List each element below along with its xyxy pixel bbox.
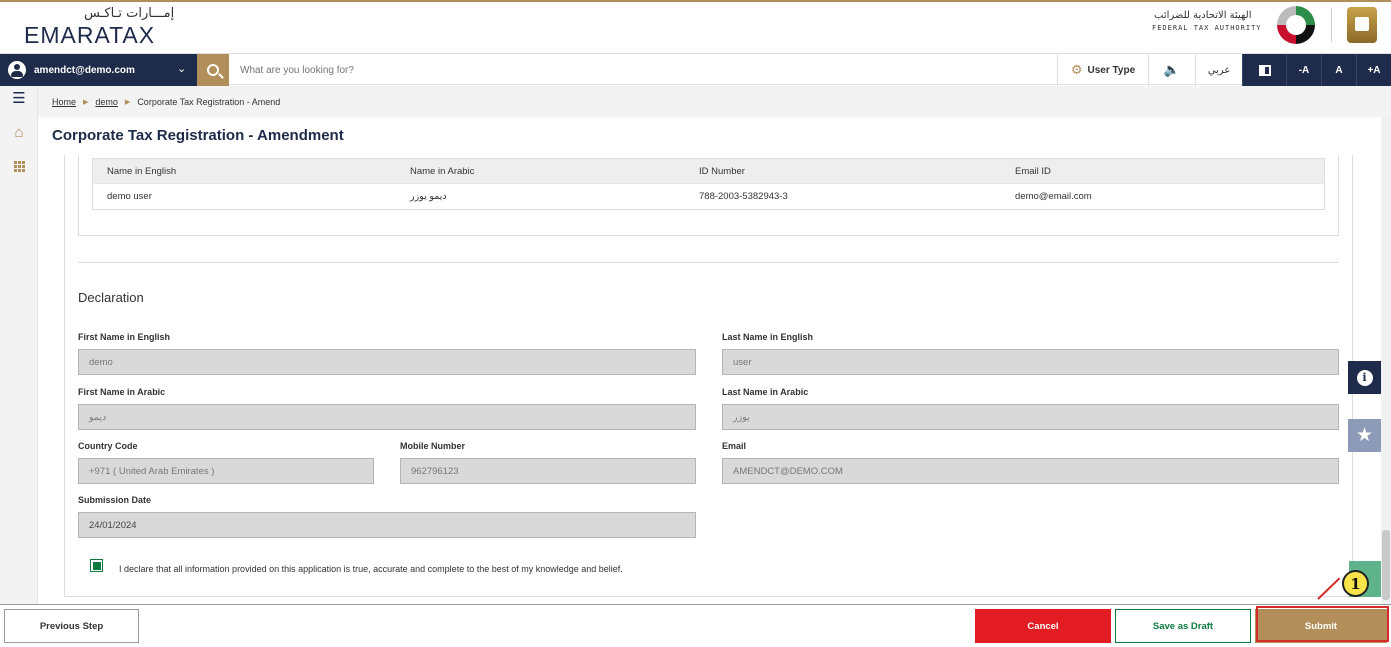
cell-name-en: demo user [107,191,152,202]
top-navbar: amendct@demo.com ⌄ ⚙ User Type 🔈 عربي -A… [0,53,1391,86]
uae-emblem-icon [1347,7,1377,43]
home-icon[interactable]: ⌂ [9,122,29,142]
country-code-field[interactable]: +971 ( United Arab Emirates ) [78,458,374,484]
search-icon [207,64,219,76]
user-type-button[interactable]: ⚙ User Type [1057,54,1148,86]
mobile-number-label: Mobile Number [400,441,466,451]
country-code-label: Country Code [78,441,138,451]
favorite-button[interactable]: ★ [1348,419,1381,452]
previous-step-button[interactable]: Previous Step [4,609,139,643]
table-row: demo user ديمو يوزر 788-2003-5382943-3 d… [93,183,1324,209]
last-name-en-label: Last Name in English [722,332,814,342]
font-normal-button[interactable]: A [1321,54,1356,86]
cell-name-ar: ديمو يوزر [410,191,447,202]
declaration-text: I declare that all information provided … [119,564,623,574]
breadcrumb-separator-icon: ▶ [83,98,89,106]
first-name-en-label: First Name in English [78,332,171,342]
language-label: عربي [1207,64,1231,76]
user-menu[interactable]: amendct@demo.com ⌄ [0,54,197,86]
brand-bar: إمـــارات تـاكـس EMARATAX الهيئة الاتحاد… [0,0,1391,49]
breadcrumb-separator-icon: ▶ [124,98,131,106]
last-name-en-field[interactable]: user [722,349,1339,375]
last-name-ar-label: Last Name in Arabic [722,387,809,397]
info-icon: i [1356,369,1373,386]
fta-name-arabic: الهيئة الاتحادية للضرائب [1154,10,1252,21]
language-button[interactable]: عربي [1195,54,1242,86]
scrollbar-thumb[interactable] [1382,530,1390,600]
section-divider [78,262,1339,263]
save-draft-button[interactable]: Save as Draft [1115,609,1251,643]
speaker-button[interactable]: 🔈 [1148,54,1195,86]
table-header: Name in English Name in Arabic ID Number… [93,159,1324,183]
col-header-id-number: ID Number [699,165,745,177]
cancel-button[interactable]: Cancel [975,609,1111,643]
first-name-ar-label: First Name in Arabic [78,387,166,397]
star-icon: ★ [1355,425,1374,446]
chevron-down-icon[interactable]: ⌄ [177,62,186,75]
breadcrumb-current: Corporate Tax Registration - Amend [137,96,281,107]
contrast-button[interactable] [1242,54,1286,86]
last-name-ar-field[interactable]: يوزر [722,404,1339,430]
header-divider [1331,8,1332,42]
submit-highlight-frame [1256,606,1389,642]
font-decrease-button[interactable]: -A [1286,54,1321,86]
menu-icon[interactable]: ☰ [9,88,29,108]
search-button[interactable] [197,54,229,86]
sidebar: ☰ ⌂ [0,86,38,647]
breadcrumb-demo[interactable]: demo [95,97,118,107]
user-type-label: User Type [1087,64,1136,76]
callout-badge: 1 [1342,570,1369,597]
breadcrumb: Home ▶ demo ▶ Corporate Tax Registration… [38,86,1391,117]
font-increase-button[interactable]: +A [1356,54,1391,86]
emaratax-logo[interactable]: EMARATAX [24,22,155,49]
breadcrumb-home[interactable]: Home [52,97,76,107]
submission-date-field[interactable]: 24/01/2024 [78,512,696,538]
signatory-table: Name in English Name in Arabic ID Number… [92,158,1325,210]
user-email: amendct@demo.com [34,64,135,76]
checkbox-checked-icon [92,561,101,570]
col-header-name-ar: Name in Arabic [410,165,475,177]
footer-action-bar: Previous Step Cancel Save as Draft Submi… [0,604,1391,647]
declaration-checkbox[interactable] [90,559,103,572]
email-field[interactable]: AMENDCT@DEMO.COM [722,458,1339,484]
first-name-en-field[interactable]: demo [78,349,696,375]
fta-name-english: FEDERAL TAX AUTHORITY [1152,24,1262,32]
apps-grid-icon[interactable] [9,156,29,176]
submission-date-label: Submission Date [78,495,152,505]
email-label: Email [722,441,747,451]
cell-id-number: 788-2003-5382943-3 [699,191,788,202]
user-avatar-icon [8,61,26,79]
page-title: Corporate Tax Registration - Amendment [52,127,344,144]
cell-email: demo@email.com [1015,191,1092,202]
speaker-icon: 🔈 [1163,62,1181,77]
first-name-ar-field[interactable]: ديمو [78,404,696,430]
mobile-number-field[interactable]: 962796123 [400,458,696,484]
search-input[interactable] [240,62,840,78]
info-button[interactable]: i [1348,361,1381,394]
col-header-name-en: Name in English [107,165,177,177]
logo-arabic: إمـــارات تـاكـس [84,6,175,21]
fta-logo-icon [1277,6,1315,44]
gear-icon: ⚙ [1070,62,1083,77]
col-header-email: Email ID [1015,165,1051,177]
contrast-icon [1258,64,1271,76]
declaration-title: Declaration [78,290,144,305]
